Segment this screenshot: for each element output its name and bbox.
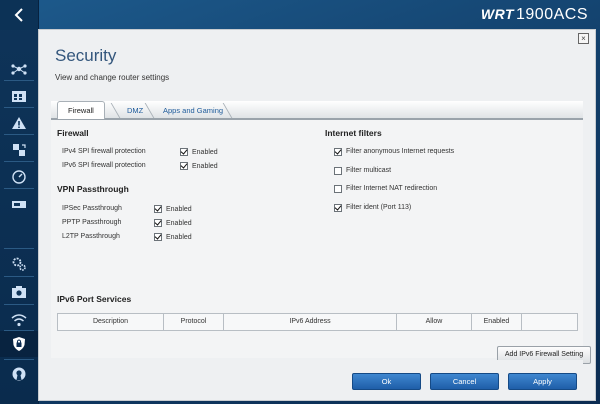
ipsec-checkbox[interactable] bbox=[154, 205, 162, 213]
filter-multicast-label: Filter multicast bbox=[346, 167, 392, 174]
sidebar-item-network-map[interactable] bbox=[7, 59, 31, 79]
page-subtitle: View and change router settings bbox=[55, 73, 170, 82]
sidebar-item-connectivity[interactable] bbox=[7, 254, 31, 274]
sidebar-item-openvpn[interactable] bbox=[7, 364, 31, 384]
sidebar-item-media-prioritization[interactable] bbox=[7, 140, 31, 160]
calendar-icon bbox=[12, 91, 26, 102]
filter-anonymous-label: Filter anonymous Internet requests bbox=[346, 148, 455, 155]
cancel-button[interactable]: Cancel bbox=[430, 373, 499, 390]
l2tp-enabled-text: Enabled bbox=[166, 234, 192, 241]
sidebar-item-parental[interactable] bbox=[7, 86, 31, 106]
chevron-left-icon bbox=[14, 8, 23, 22]
filter-multicast-checkbox[interactable] bbox=[334, 167, 342, 175]
tab-dmz[interactable]: DMZ bbox=[117, 103, 153, 118]
tab-firewall[interactable]: Firewall bbox=[57, 101, 105, 119]
column-header-description: Description bbox=[58, 314, 164, 330]
ipv6-port-services-table: Description Protocol IPv6 Address Allow … bbox=[57, 313, 578, 331]
pptp-enabled-text: Enabled bbox=[166, 220, 192, 227]
brand-prefix: WRT bbox=[480, 6, 514, 22]
network-map-icon bbox=[11, 64, 27, 75]
sidebar bbox=[0, 0, 44, 404]
ok-button[interactable]: Ok bbox=[352, 373, 421, 390]
column-header-actions bbox=[522, 314, 577, 330]
page-title: Security bbox=[55, 46, 117, 65]
pptp-label: PPTP Passthrough bbox=[62, 219, 122, 226]
openvpn-icon bbox=[12, 367, 26, 381]
settings-gears-icon bbox=[12, 257, 26, 271]
ipv6-spi-enabled-text: Enabled bbox=[192, 163, 218, 170]
column-header-allow: Allow bbox=[397, 314, 472, 330]
ipv4-spi-checkbox[interactable] bbox=[180, 148, 188, 156]
apply-button[interactable]: Apply bbox=[508, 373, 577, 390]
l2tp-label: L2TP Passthrough bbox=[62, 233, 120, 240]
sidebar-item-troubleshooting[interactable] bbox=[7, 282, 31, 302]
camera-icon bbox=[12, 286, 26, 298]
ipv6-port-services-heading: IPv6 Port Services bbox=[57, 294, 132, 304]
column-header-ipv6-address: IPv6 Address bbox=[224, 314, 397, 330]
vpn-heading: VPN Passthrough bbox=[57, 184, 129, 194]
back-button[interactable] bbox=[0, 0, 38, 30]
column-header-enabled: Enabled bbox=[472, 314, 522, 330]
sidebar-item-alerts[interactable] bbox=[7, 113, 31, 133]
sidebar-item-wireless[interactable] bbox=[7, 310, 31, 330]
filter-nat-redirection-checkbox[interactable] bbox=[334, 185, 342, 193]
sidebar-item-external-storage[interactable] bbox=[7, 194, 31, 214]
security-panel: × Security View and change router settin… bbox=[38, 29, 596, 401]
warning-icon bbox=[12, 117, 26, 129]
filter-nat-redirection-label: Filter Internet NAT redirection bbox=[346, 185, 438, 192]
tab-bar: Firewall DMZ Apps and Gaming bbox=[51, 101, 583, 120]
router-brand: WRT 1900ACS bbox=[481, 6, 588, 24]
filter-ident-label: Filter ident (Port 113) bbox=[346, 204, 412, 211]
media-prioritization-icon bbox=[13, 144, 26, 156]
speed-test-icon bbox=[12, 170, 26, 184]
column-header-protocol: Protocol bbox=[164, 314, 224, 330]
storage-icon bbox=[12, 201, 26, 208]
sidebar-item-speed-test[interactable] bbox=[7, 167, 31, 187]
pptp-checkbox[interactable] bbox=[154, 219, 162, 227]
l2tp-checkbox[interactable] bbox=[154, 233, 162, 241]
internet-filters-heading: Internet filters bbox=[325, 128, 382, 138]
ipsec-label: IPSec Passthrough bbox=[62, 205, 122, 212]
wifi-icon bbox=[11, 314, 27, 327]
filter-ident-checkbox[interactable] bbox=[334, 204, 342, 212]
firewall-heading: Firewall bbox=[57, 128, 89, 138]
tab-content: Firewall IPv4 SPI firewall protection En… bbox=[51, 120, 591, 364]
close-icon[interactable]: × bbox=[578, 33, 589, 44]
footer-bar: Ok Cancel Apply bbox=[51, 360, 583, 390]
tab-apps-and-gaming[interactable]: Apps and Gaming bbox=[153, 103, 233, 118]
security-shield-icon bbox=[13, 337, 25, 351]
ipv4-spi-label: IPv4 SPI firewall protection bbox=[62, 148, 146, 155]
sidebar-item-security[interactable] bbox=[0, 331, 44, 357]
ipv4-spi-enabled-text: Enabled bbox=[192, 149, 218, 156]
ipv6-spi-label: IPv6 SPI firewall protection bbox=[62, 162, 146, 169]
ipv6-spi-checkbox[interactable] bbox=[180, 162, 188, 170]
ipsec-enabled-text: Enabled bbox=[166, 206, 192, 213]
filter-anonymous-checkbox[interactable] bbox=[334, 148, 342, 156]
brand-model: 1900ACS bbox=[516, 6, 588, 23]
